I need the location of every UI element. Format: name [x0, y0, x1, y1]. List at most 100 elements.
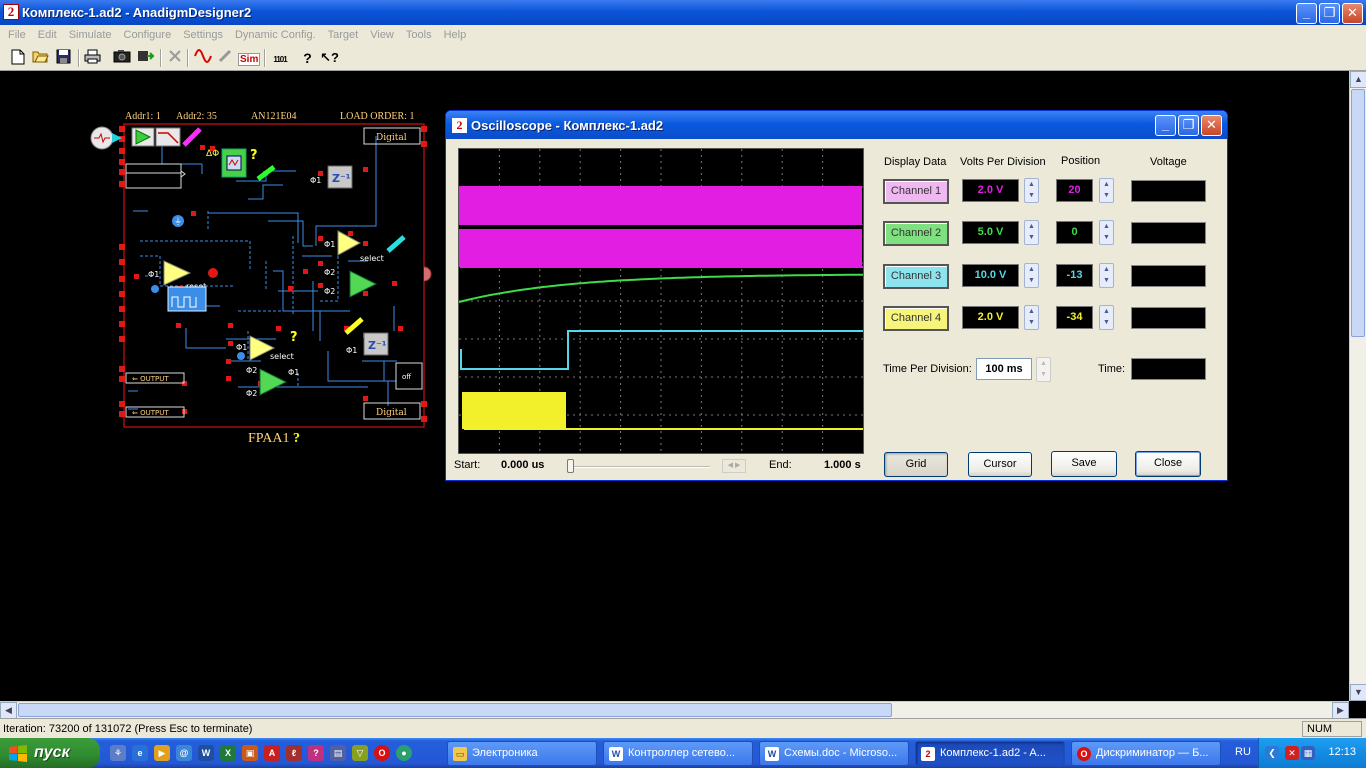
menu-tools[interactable]: Tools	[400, 29, 438, 41]
channel-4-button[interactable]: Channel 4	[883, 306, 949, 331]
spin-up-icon[interactable]: ▲	[1100, 306, 1113, 317]
channel-1-position[interactable]: 20	[1056, 179, 1093, 202]
task-anadigm[interactable]: 2 Комплекс-1.ad2 - A...	[915, 741, 1065, 766]
scope-display[interactable]	[458, 148, 864, 454]
dialog-maximize-button[interactable]: ❐	[1178, 115, 1199, 136]
context-help-icon[interactable]: ↖?	[320, 49, 339, 67]
channel-3-position[interactable]: -13	[1056, 264, 1093, 287]
oscilloscope-titlebar[interactable]: 2 Oscilloscope - Комплекс-1.ad2 _ ❐ ✕	[446, 111, 1227, 139]
help-icon[interactable]: ?	[298, 49, 317, 67]
vertical-scroll-thumb[interactable]	[1351, 89, 1365, 337]
download-icon[interactable]	[136, 49, 155, 67]
network-icon[interactable]: ⚘	[110, 745, 126, 761]
channel-2-volts-spinner[interactable]: ▲ ▼	[1024, 220, 1039, 245]
open-folder-icon[interactable]	[31, 49, 50, 67]
opera-icon[interactable]: O	[374, 745, 390, 761]
spin-down-icon[interactable]: ▼	[1100, 190, 1113, 201]
channel-4-volts[interactable]: 2.0 V	[962, 306, 1019, 329]
scroll-up-icon[interactable]: ▲	[1350, 71, 1366, 88]
globe-icon[interactable]: ●	[396, 745, 412, 761]
channel-4-position[interactable]: -34	[1056, 306, 1093, 329]
language-indicator[interactable]: RU	[1235, 746, 1251, 758]
horizontal-scrollbar[interactable]: ◀ ▶	[0, 701, 1349, 719]
browser-icon[interactable]: @	[176, 745, 192, 761]
channel-4-position-spinner[interactable]: ▲ ▼	[1099, 305, 1114, 330]
spin-down-icon[interactable]: ▼	[1100, 317, 1113, 328]
maximize-button[interactable]: ❐	[1319, 3, 1340, 24]
start-button[interactable]: пуск	[0, 738, 100, 768]
spin-up-icon[interactable]: ▲	[1100, 179, 1113, 190]
tool-icon[interactable]: ?	[308, 745, 324, 761]
vertical-scrollbar[interactable]: ▲ ▼	[1349, 71, 1366, 701]
channel-1-button[interactable]: Channel 1	[883, 179, 949, 204]
probe-icon[interactable]	[216, 49, 235, 67]
word-icon[interactable]: W	[198, 745, 214, 761]
pdf-icon[interactable]: A	[264, 745, 280, 761]
spin-up-icon[interactable]: ▲	[1025, 306, 1038, 317]
spin-up-icon[interactable]: ▲	[1100, 221, 1113, 232]
save-icon[interactable]	[54, 49, 73, 67]
new-file-icon[interactable]	[8, 49, 27, 67]
channel-4-volts-spinner[interactable]: ▲ ▼	[1024, 305, 1039, 330]
channel-1-volts-spinner[interactable]: ▲ ▼	[1024, 178, 1039, 203]
fpaa-chip[interactable]: Addr1: 1 Addr2: 35 AN121E04 LOAD ORDER: …	[88, 111, 438, 456]
channel-2-position-spinner[interactable]: ▲ ▼	[1099, 220, 1114, 245]
channel-2-button[interactable]: Channel 2	[883, 221, 949, 246]
acrobat-icon[interactable]: ℓ	[286, 745, 302, 761]
task-schemes-doc[interactable]: W Схемы.doc - Microso...	[759, 741, 909, 766]
scroll-down-icon[interactable]: ▼	[1350, 684, 1366, 701]
task-controller-doc[interactable]: W Контроллер сетево...	[603, 741, 753, 766]
save-button[interactable]: Save	[1051, 451, 1117, 477]
spin-up-icon[interactable]: ▲	[1025, 179, 1038, 190]
spin-up-icon[interactable]: ▲	[1100, 264, 1113, 275]
channel-1-volts[interactable]: 2.0 V	[962, 179, 1019, 202]
channel-3-volts-spinner[interactable]: ▲ ▼	[1024, 263, 1039, 288]
menu-target[interactable]: Target	[322, 29, 365, 41]
ie-icon[interactable]: e	[132, 745, 148, 761]
spin-down-icon[interactable]: ▼	[1100, 275, 1113, 286]
scroll-left-icon[interactable]: ◀	[0, 702, 17, 719]
menu-edit[interactable]: Edit	[32, 29, 63, 41]
time-slider-track[interactable]	[570, 466, 710, 468]
pattern-icon[interactable]: 1101	[269, 49, 291, 67]
close-dialog-button[interactable]: Close	[1135, 451, 1201, 477]
channel-2-volts[interactable]: 5.0 V	[962, 221, 1019, 244]
delete-icon[interactable]	[165, 49, 184, 67]
spin-up-icon[interactable]: ▲	[1025, 221, 1038, 232]
dialog-close-button[interactable]: ✕	[1201, 115, 1222, 136]
app-icon[interactable]: ▣	[242, 745, 258, 761]
menu-settings[interactable]: Settings	[177, 29, 229, 41]
time-slider-arrows[interactable]: ◀ ▶	[722, 459, 746, 473]
scroll-right-icon[interactable]: ▶	[1332, 702, 1349, 719]
menu-view[interactable]: View	[364, 29, 400, 41]
channel-2-position[interactable]: 0	[1056, 221, 1093, 244]
explorer-icon[interactable]: ▤	[330, 745, 346, 761]
print-icon[interactable]	[83, 49, 102, 67]
grid-button[interactable]: Grid	[884, 452, 948, 477]
time-slider-thumb[interactable]	[567, 459, 574, 473]
task-elektronika[interactable]: ▭ Электроника	[447, 741, 597, 766]
dialog-minimize-button[interactable]: _	[1155, 115, 1176, 136]
oscilloscope-dialog[interactable]: 2 Oscilloscope - Комплекс-1.ad2 _ ❐ ✕ Di…	[445, 110, 1228, 481]
sim-icon[interactable]: Sim	[238, 49, 261, 67]
utility-icon[interactable]: ▽	[352, 745, 368, 761]
minimize-button[interactable]: _	[1296, 3, 1317, 24]
channel-3-position-spinner[interactable]: ▲ ▼	[1099, 263, 1114, 288]
menu-configure[interactable]: Configure	[118, 29, 178, 41]
camera-icon[interactable]	[112, 49, 131, 67]
spin-down-icon[interactable]: ▼	[1100, 232, 1113, 243]
horizontal-scroll-thumb[interactable]	[18, 703, 892, 717]
menu-file[interactable]: File	[2, 29, 32, 41]
tray-arrow-icon[interactable]: ❮	[1265, 746, 1279, 760]
spin-down-icon[interactable]: ▼	[1025, 190, 1038, 201]
spin-up-icon[interactable]: ▲	[1037, 358, 1050, 369]
task-opera-diskriminator[interactable]: O Дискриминатор — Б...	[1071, 741, 1221, 766]
time-per-division-value[interactable]: 100 ms	[976, 358, 1032, 380]
cursor-button[interactable]: Cursor	[968, 452, 1032, 477]
channel-3-volts[interactable]: 10.0 V	[962, 264, 1019, 287]
spin-down-icon[interactable]: ▼	[1025, 232, 1038, 243]
media-player-icon[interactable]: ▶	[154, 745, 170, 761]
channel-3-button[interactable]: Channel 3	[883, 264, 949, 289]
close-button[interactable]: ✕	[1342, 3, 1363, 24]
spin-down-icon[interactable]: ▼	[1037, 369, 1050, 380]
